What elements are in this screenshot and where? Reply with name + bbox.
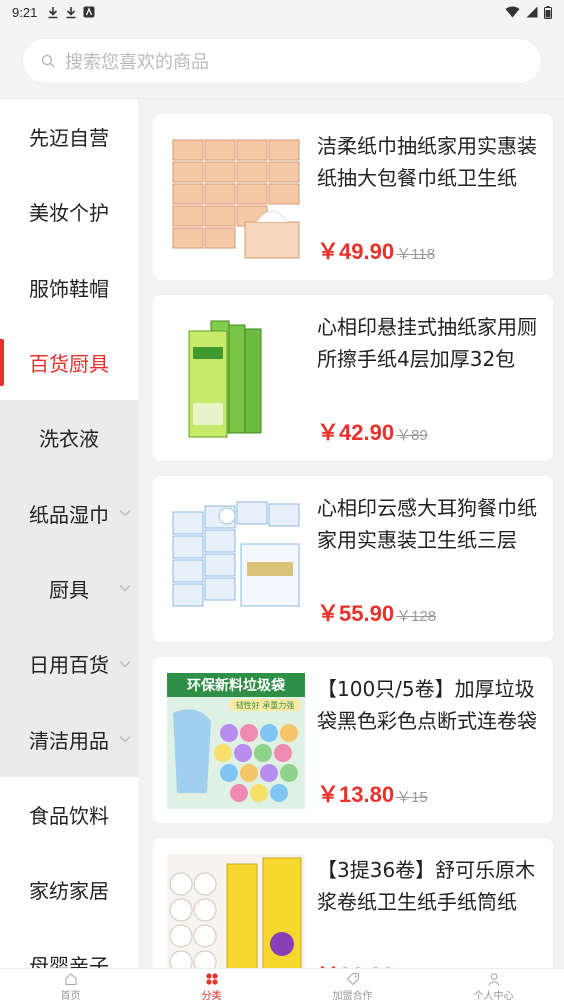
price-row: ￥31.90 — [317, 958, 396, 968]
sidebar-item-label: 家纺家居 — [29, 879, 109, 904]
sidebar-item-label: 百货厨具 — [29, 352, 109, 377]
product-title: 洁柔纸巾抽纸家用实惠装纸抽大包餐巾纸卫生纸 — [317, 134, 537, 190]
sidebar-item-label: 美妆个护 — [29, 201, 109, 226]
sidebar-item-apparel[interactable]: 服饰鞋帽 — [0, 250, 138, 325]
tissue-box-stack-image — [167, 130, 305, 266]
download-icon — [66, 6, 76, 18]
price-row: ￥13.80 ￥15 — [317, 777, 428, 809]
product-price: ￥42.90 — [317, 420, 395, 445]
battery-icon — [544, 5, 552, 19]
chevron-down-icon — [119, 585, 131, 592]
price-row: ￥49.90 ￥118 — [317, 234, 435, 266]
search-icon — [41, 54, 55, 68]
app-a-icon — [83, 6, 95, 18]
product-card[interactable]: 心相印悬挂式抽纸家用厕所擦手纸4层加厚32包 ￥42.90 ￥89 — [153, 295, 553, 461]
tag-icon — [346, 972, 359, 985]
garbage-bag-banner-subtitle: 韧性好 承重力强 — [236, 700, 295, 710]
sidebar-item-beauty-care[interactable]: 美妆个护 — [0, 174, 138, 249]
product-title: 心相印悬挂式抽纸家用厕所擦手纸4层加厚32包 — [317, 315, 537, 371]
cinnamoroll-tissue-image — [167, 492, 305, 628]
sidebar-subitem-cleaning[interactable]: 清洁用品 — [0, 701, 138, 777]
price-row: ￥55.90 ￥128 — [317, 596, 436, 628]
download-icon — [48, 6, 58, 18]
sidebar-item-food-drinks[interactable]: 食品饮料 — [0, 777, 138, 852]
category-icon — [205, 972, 218, 985]
product-title: 【3提36卷】舒可乐原木浆卷纸卫生纸手纸筒纸 — [317, 858, 536, 914]
user-icon — [487, 972, 500, 985]
sidebar-item-home-textiles[interactable]: 家纺家居 — [0, 852, 138, 927]
sidebar-item-label: 洗衣液 — [39, 427, 99, 452]
signal-icon — [526, 6, 538, 18]
nav-franchise-label: 加盟合作 — [332, 990, 373, 1002]
product-card[interactable]: 洁柔纸巾抽纸家用实惠装纸抽大包餐巾纸卫生纸 ￥49.90 ￥118 — [153, 114, 553, 280]
product-original-price: ￥118 — [396, 246, 435, 263]
status-bar: 9:21 — [0, 0, 564, 24]
nav-franchise[interactable]: 加盟合作 — [282, 969, 423, 1004]
nav-home[interactable]: 首页 — [0, 969, 141, 1004]
sidebar-subitem-daily-goods[interactable]: 日用百货 — [0, 626, 138, 702]
garbage-bag-rolls-image: 环保新料垃圾袋 韧性好 承重力强 — [167, 673, 305, 809]
sidebar-item-label: 日用百货 — [29, 653, 109, 678]
sidebar-item-label: 母婴亲子 — [29, 954, 109, 968]
product-list: 洁柔纸巾抽纸家用实惠装纸抽大包餐巾纸卫生纸 ￥49.90 ￥118 心相印悬挂式… — [138, 99, 564, 968]
header: 搜索您喜欢的商品 — [0, 24, 564, 99]
chevron-down-icon — [119, 510, 131, 517]
product-original-price: ￥89 — [396, 427, 428, 444]
sidebar-item-label: 先迈自营 — [29, 126, 109, 151]
status-notification-icons — [47, 6, 95, 19]
product-original-price: ￥128 — [396, 608, 437, 625]
nav-home-label: 首页 — [60, 990, 81, 1002]
nav-category-label: 分类 — [201, 990, 222, 1002]
nav-profile[interactable]: 个人中心 — [423, 969, 564, 1004]
home-icon — [64, 972, 77, 985]
sidebar-item-xianmai-self-run[interactable]: 先迈自营 — [0, 99, 138, 174]
sidebar-item-label: 服饰鞋帽 — [29, 276, 109, 301]
garbage-bag-banner: 环保新料垃圾袋 — [187, 677, 286, 694]
status-time: 9:21 — [12, 4, 38, 20]
sidebar-item-label: 清洁用品 — [29, 728, 109, 753]
sidebar-item-label: 食品饮料 — [29, 803, 109, 828]
category-sidebar: 先迈自营 美妆个护 服饰鞋帽 百货厨具 洗衣液 纸品湿巾 厨具 日用百货 清洁用… — [0, 99, 138, 968]
product-card[interactable]: 心相印云感大耳狗餐巾纸家用实惠装卫生纸三层 ￥55.90 ￥128 — [153, 476, 553, 642]
bottom-nav: 首页 分类 加盟合作 个人中心 — [0, 968, 564, 1004]
search-input[interactable]: 搜索您喜欢的商品 — [22, 38, 542, 84]
price-row: ￥42.90 ￥89 — [317, 415, 428, 447]
product-price: ￥13.80 — [317, 782, 395, 807]
product-price: ￥31.90 — [317, 958, 394, 968]
toilet-roll-pack-image — [167, 854, 305, 968]
product-price: ￥55.90 — [317, 601, 395, 626]
sidebar-subitem-paper-wipes[interactable]: 纸品湿巾 — [0, 475, 138, 551]
search-placeholder: 搜索您喜欢的商品 — [65, 52, 209, 73]
chevron-down-icon — [119, 735, 131, 743]
sidebar-item-label: 厨具 — [49, 577, 89, 602]
status-system-icons — [505, 5, 552, 19]
sidebar-item-label: 纸品湿巾 — [29, 502, 109, 527]
product-card[interactable]: 【3提36卷】舒可乐原木浆卷纸卫生纸手纸筒纸 ￥31.90 — [153, 838, 553, 968]
product-title: 心相印云感大耳狗餐巾纸家用实惠装卫生纸三层 — [317, 496, 537, 552]
wifi-icon — [505, 6, 520, 18]
sidebar-subitem-laundry-detergent[interactable]: 洗衣液 — [0, 400, 138, 476]
chevron-down-icon — [119, 660, 131, 668]
product-title: 【100只/5卷】加厚垃圾袋黑色彩色点断式连卷袋 — [317, 677, 537, 733]
product-original-price: ￥15 — [396, 789, 428, 806]
nav-profile-label: 个人中心 — [473, 990, 514, 1002]
nav-category[interactable]: 分类 — [141, 969, 282, 1004]
hanging-tissue-pack-image — [167, 311, 305, 447]
sidebar-item-general-merchandise[interactable]: 百货厨具 — [0, 324, 138, 401]
sidebar-subitem-kitchenware[interactable]: 厨具 — [0, 550, 138, 627]
product-card[interactable]: 环保新料垃圾袋 韧性好 承重力强 【100只/5卷】加厚垃圾袋黑色彩色点断式连卷… — [153, 657, 553, 823]
sidebar-item-mother-baby[interactable]: 母婴亲子 — [0, 927, 138, 968]
product-price: ￥49.90 — [317, 239, 395, 264]
